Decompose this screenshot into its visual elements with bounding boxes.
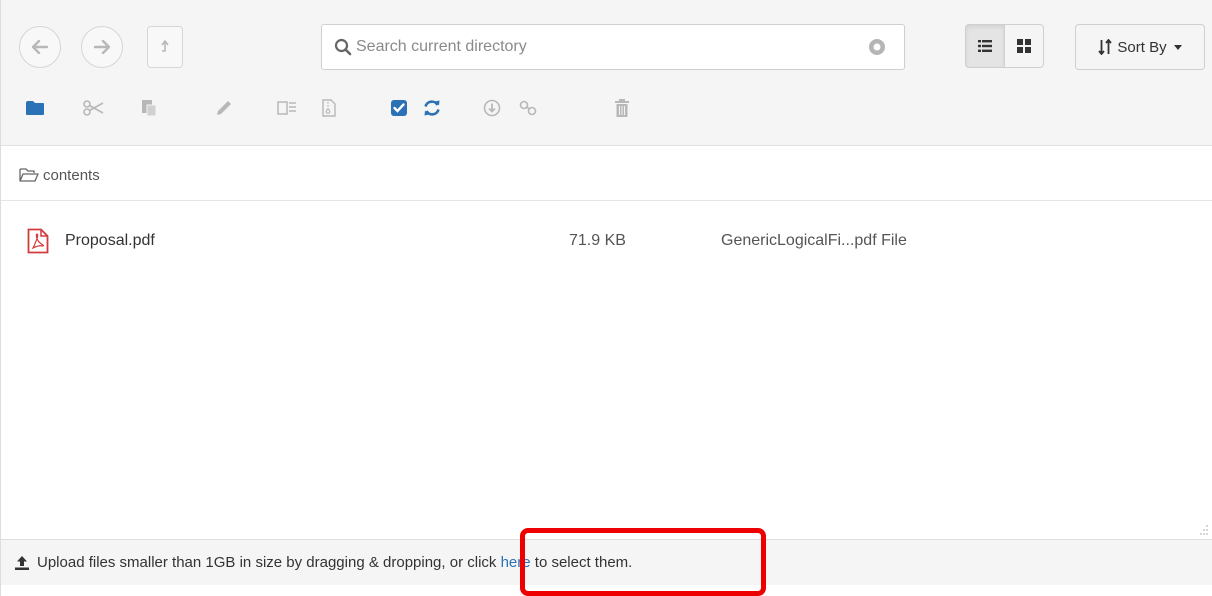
compress-button[interactable] (316, 96, 342, 120)
back-button[interactable] (19, 26, 61, 68)
up-directory-button[interactable] (147, 26, 183, 68)
sort-icon (1098, 39, 1113, 55)
file-size: 71.9 KB (569, 232, 626, 249)
arrow-left-icon (32, 40, 48, 54)
breadcrumb-divider (1, 200, 1212, 201)
refresh-button[interactable] (419, 96, 445, 120)
file-zip-icon (322, 99, 336, 117)
folder-open-icon (19, 168, 39, 182)
cut-button[interactable] (81, 96, 107, 120)
file-manager: Sort By (0, 0, 1212, 596)
pencil-icon (217, 101, 231, 115)
checkbox-checked-icon (391, 100, 407, 116)
grid-icon (1017, 39, 1031, 53)
link-icon (519, 100, 537, 116)
toolbar: Sort By (1, 0, 1212, 146)
upload-bar: Upload files smaller than 1GB in size by… (1, 539, 1212, 585)
paste-button[interactable] (136, 96, 162, 120)
file-type: GenericLogicalFi...pdf File (721, 232, 907, 249)
list-view-button[interactable] (965, 24, 1005, 68)
resize-grip-icon[interactable] (1199, 524, 1209, 536)
refresh-icon (424, 100, 440, 116)
rename-button[interactable] (211, 96, 237, 120)
breadcrumb: contents (19, 164, 100, 186)
pdf-icon (27, 228, 49, 254)
download-button[interactable] (479, 96, 505, 120)
upload-text: Upload files smaller than 1GB in size by… (37, 554, 501, 571)
download-circle-icon (483, 99, 501, 117)
breadcrumb-folder[interactable]: contents (43, 167, 100, 184)
upload-icon (15, 555, 29, 570)
share-link-button[interactable] (515, 96, 541, 120)
extract-button[interactable] (274, 96, 300, 120)
level-up-icon (161, 40, 169, 52)
select-all-button[interactable] (386, 96, 412, 120)
search-box (321, 24, 905, 70)
upload-text-end: to select them. (530, 554, 633, 571)
forward-button[interactable] (81, 26, 123, 68)
chevron-down-icon (1173, 44, 1182, 50)
file-row[interactable]: Proposal.pdf 71.9 KB GenericLogicalFi...… (1, 222, 1212, 262)
trash-icon (615, 99, 629, 117)
file-name[interactable]: Proposal.pdf (65, 232, 155, 250)
extract-icon (277, 101, 296, 115)
clear-search-icon[interactable] (868, 38, 886, 56)
arrow-right-icon (94, 40, 110, 54)
scissors-icon (83, 100, 104, 116)
new-folder-button[interactable] (22, 96, 48, 120)
search-input[interactable] (356, 25, 876, 69)
sort-by-button[interactable]: Sort By (1075, 24, 1205, 70)
folder-icon (26, 101, 44, 115)
grid-view-button[interactable] (1004, 24, 1044, 68)
list-icon (978, 40, 992, 52)
search-icon (334, 38, 352, 56)
sort-by-label: Sort By (1117, 38, 1167, 56)
paste-icon (142, 100, 157, 117)
delete-button[interactable] (609, 96, 635, 120)
upload-here-link[interactable]: here (501, 554, 531, 571)
